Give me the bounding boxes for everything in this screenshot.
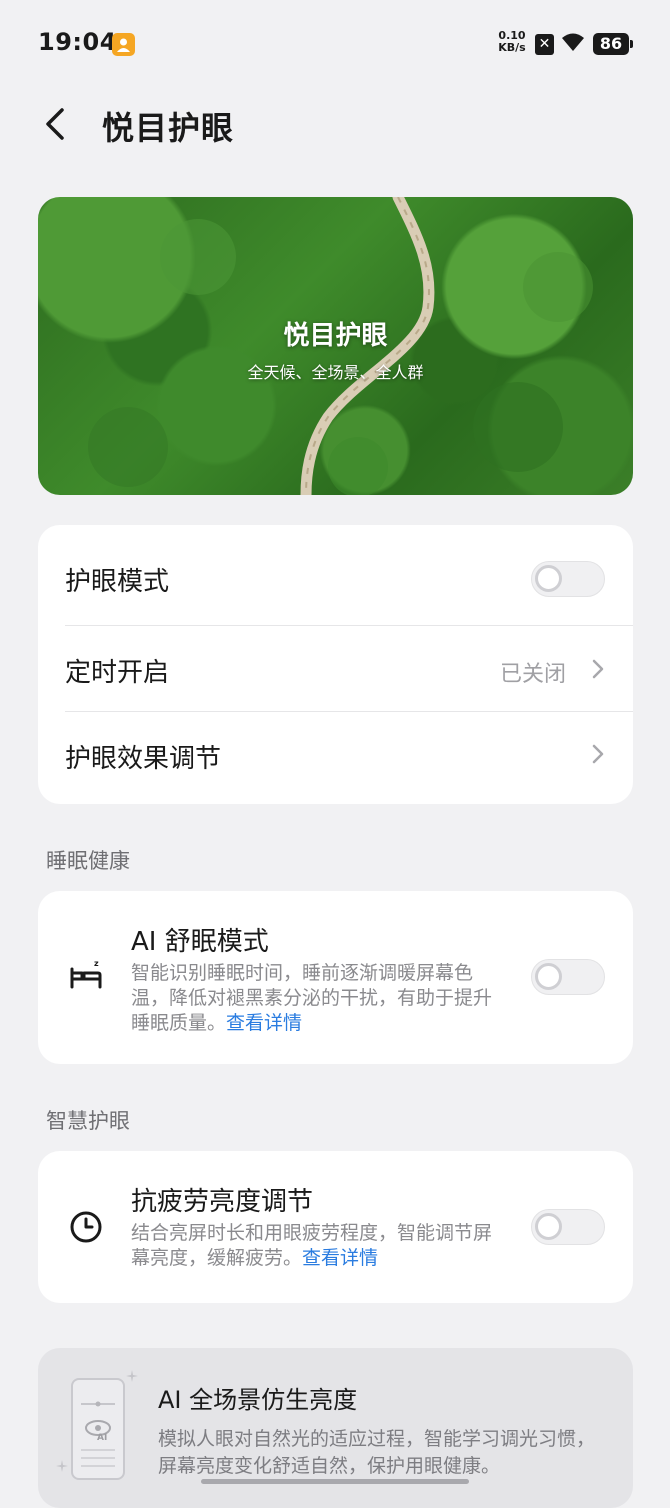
schedule-label: 定时开启 xyxy=(65,658,170,688)
ai-sleep-desc-text: 智能识别睡眠时间，睡前逐渐调暖屏幕色温，降低对褪黑素分泌的干扰，有助于提升睡眠质… xyxy=(131,962,493,1034)
eye-mode-toggle[interactable] xyxy=(531,561,605,597)
eye-mode-row[interactable]: 护眼模式 xyxy=(38,525,633,625)
status-time: 19:04 xyxy=(38,28,117,56)
ai-sleep-card: z AI 舒眠模式 智能识别睡眠时间，睡前逐渐调暖屏幕色温，降低对褪黑素分泌的干… xyxy=(38,891,633,1064)
promo-title: AI 全场景仿生亮度 xyxy=(158,1386,358,1414)
schedule-row[interactable]: 定时开启 已关闭 xyxy=(38,626,633,711)
ai-bionic-brightness-card[interactable]: AI AI 全场景仿生亮度 模拟人眼对自然光的适应过程，智能学习调光习惯，屏幕亮… xyxy=(38,1348,633,1508)
anti-fatigue-details-link[interactable]: 查看详情 xyxy=(302,1247,378,1269)
chevron-left-icon xyxy=(46,108,64,140)
ai-sleep-toggle[interactable] xyxy=(531,959,605,995)
eye-care-settings-card: 护眼模式 定时开启 已关闭 护眼效果调节 xyxy=(38,525,633,804)
bed-icon: z xyxy=(70,959,102,989)
eye-mode-label: 护眼模式 xyxy=(65,567,170,597)
hero-banner: 悦目护眼 全天候、全场景、全人群 xyxy=(38,197,633,495)
status-bar: 19:04 0.10 KB/s ✕ 86 xyxy=(0,0,670,88)
phone-ai-eye-icon: AI xyxy=(71,1378,125,1480)
home-indicator[interactable] xyxy=(201,1479,469,1484)
section-label-smart: 智慧护眼 xyxy=(46,1109,130,1133)
clock-icon xyxy=(70,1211,102,1243)
chevron-right-icon xyxy=(592,659,604,679)
schedule-status: 已关闭 xyxy=(500,662,567,687)
ai-sleep-description: 智能识别睡眠时间，睡前逐渐调暖屏幕色温，降低对褪黑素分泌的干扰，有助于提升睡眠质… xyxy=(131,961,506,1036)
anti-fatigue-title: 抗疲劳亮度调节 xyxy=(131,1187,314,1217)
banner-title: 悦目护眼 xyxy=(283,321,388,351)
no-sim-icon: ✕ xyxy=(535,34,554,55)
effect-adjust-label: 护眼效果调节 xyxy=(65,744,222,774)
notification-app-icon xyxy=(112,33,135,56)
sparkle-icon xyxy=(56,1460,68,1472)
ai-sleep-details-link[interactable]: 查看详情 xyxy=(226,1012,302,1034)
svg-text:AI: AI xyxy=(97,1433,107,1443)
banner-subtitle: 全天候、全场景、全人群 xyxy=(247,363,424,382)
anti-fatigue-toggle[interactable] xyxy=(531,1209,605,1245)
effect-adjust-row[interactable]: 护眼效果调节 xyxy=(38,712,633,804)
promo-description: 模拟人眼对自然光的适应过程，智能学习调光习惯，屏幕亮度变化舒适自然，保护用眼健康… xyxy=(158,1428,596,1477)
network-speed: 0.10 KB/s xyxy=(497,30,527,54)
ai-sleep-title: AI 舒眠模式 xyxy=(131,927,269,957)
network-speed-unit: KB/s xyxy=(498,41,526,54)
back-button[interactable] xyxy=(38,104,78,144)
section-label-sleep: 睡眠健康 xyxy=(46,849,130,873)
sparkle-icon xyxy=(126,1370,138,1382)
chevron-right-icon xyxy=(592,744,604,764)
battery-icon: 86 xyxy=(593,33,633,55)
page-title: 悦目护眼 xyxy=(102,109,235,147)
anti-fatigue-description: 结合亮屏时长和用眼疲劳程度，智能调节屏幕亮度，缓解疲劳。查看详情 xyxy=(131,1221,506,1271)
wifi-icon xyxy=(562,33,584,51)
anti-fatigue-card: 抗疲劳亮度调节 结合亮屏时长和用眼疲劳程度，智能调节屏幕亮度，缓解疲劳。查看详情 xyxy=(38,1151,633,1303)
svg-text:z: z xyxy=(94,959,99,968)
